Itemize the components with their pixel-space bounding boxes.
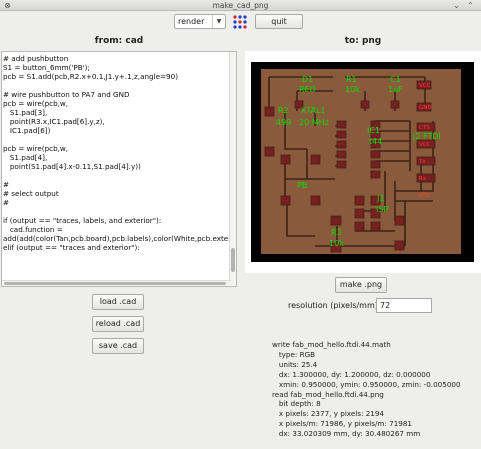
log-line: read fab_mod_hello.ftdi.44.png (272, 389, 384, 399)
log-line: xmin: 0.950000, ymin: 0.950000, zmin: -0… (272, 379, 461, 389)
pcb-label-d1: D1 (302, 75, 313, 84)
pcb-label-c1: C1 (390, 75, 401, 84)
cad-code-editor[interactable]: # add pushbutton S1 = button_6mm('PB'); … (1, 51, 237, 287)
log-line: x pixels: 2377, y pixels: 2194 (272, 409, 385, 419)
pad-label-vcc: VCC (419, 83, 431, 89)
mode-select-value: render (178, 17, 205, 26)
pcb-label-r3-value: 10k (329, 239, 344, 248)
log-line: bit depth: 8 (272, 399, 321, 409)
pcb-label-ic1-value: t44 (369, 137, 382, 146)
scrollbar-thumb[interactable] (231, 248, 235, 272)
log-line: dx: 1.300000, dy: 1.200000, dz: 0.000000 (272, 369, 431, 379)
pad-label-gnd: GND (419, 105, 432, 111)
title-bar: make_cad_png ⊗ ⌄ ⌃ (0, 0, 481, 11)
pcb-label-r1-value: 10k (345, 85, 360, 94)
resolution-label: resolution (pixels/mm): (288, 301, 381, 310)
load-cad-button[interactable]: load .cad (92, 294, 144, 310)
pcb-label-c1-value: 1uF (388, 85, 403, 94)
output-log: write fab_mod_hello.ftdi.44.math type: R… (272, 340, 481, 439)
pcb-label-xtal1-value: 20 MHz (299, 118, 329, 127)
pcb-label-red: RED (299, 85, 316, 94)
pcb-label-xtal1: XTAL1 (301, 106, 326, 115)
make-png-button[interactable]: make .png (335, 277, 387, 293)
window-title: make_cad_png (212, 1, 269, 10)
editor-horizontal-scrollbar[interactable] (2, 280, 231, 286)
pcb-render: D1 RED R1 10k C1 1uF R2 499 XTAL1 20 MHz… (251, 62, 474, 262)
pcb-label-ic1: IC1 (367, 126, 380, 135)
pad-label-rx: Rx (419, 176, 427, 182)
pcb-label-r2-value: 499 (276, 118, 291, 127)
pcb-label-j1: J1 (376, 194, 384, 203)
cad-code-text[interactable]: # add pushbutton S1 = button_6mm('PB'); … (2, 52, 236, 252)
chevron-down-icon[interactable]: ▼ (212, 15, 225, 28)
close-window-icon[interactable]: ⊗ (3, 1, 12, 10)
save-cad-button[interactable]: save .cad (92, 338, 144, 354)
pcb-label-isp: ISP (376, 205, 388, 214)
log-line: type: RGB (272, 349, 316, 359)
left-panel-heading: from: cad (94, 36, 144, 46)
mode-select[interactable]: render ▼ (174, 14, 226, 29)
pcb-label-j2: J2 FTDI (412, 132, 441, 141)
toolbar: render ▼ quit (0, 12, 481, 32)
resolution-input[interactable]: 72 (376, 298, 432, 313)
pad-label-tx: Tx (418, 159, 426, 165)
pcb-label-r2: R2 (278, 106, 289, 115)
scrollbar-thumb[interactable] (4, 282, 226, 285)
pad-label-vcc2: VCC (419, 142, 431, 148)
minimize-window-icon[interactable]: ⌄ (452, 1, 461, 10)
pad-label-rts: RTS (419, 193, 430, 199)
right-panel-heading: to: png (344, 36, 382, 46)
pcb-label-r1: R1 (346, 75, 357, 84)
log-line: write fab_mod_hello.ftdi.44.math (272, 340, 391, 349)
editor-vertical-scrollbar[interactable] (229, 52, 236, 286)
maximize-window-icon[interactable]: ⌃ (466, 1, 475, 10)
log-line: units: 25.4 (272, 359, 318, 369)
png-preview: D1 RED R1 10k C1 1uF R2 499 XTAL1 20 MHz… (245, 51, 481, 273)
log-line: x pixels/m: 71986, y pixels/m: 71981 (272, 419, 412, 429)
pcb-label-pb: PB (297, 181, 307, 190)
reload-cad-button[interactable]: reload .cad (92, 316, 144, 332)
fab-modules-logo-icon (233, 15, 247, 29)
log-line: dx: 33.020309 mm, dy: 30.480267 mm (272, 429, 421, 439)
pad-label-cts: CTS (419, 125, 430, 131)
quit-button[interactable]: quit (255, 14, 303, 29)
pcb-label-r3: R3 (331, 228, 342, 237)
